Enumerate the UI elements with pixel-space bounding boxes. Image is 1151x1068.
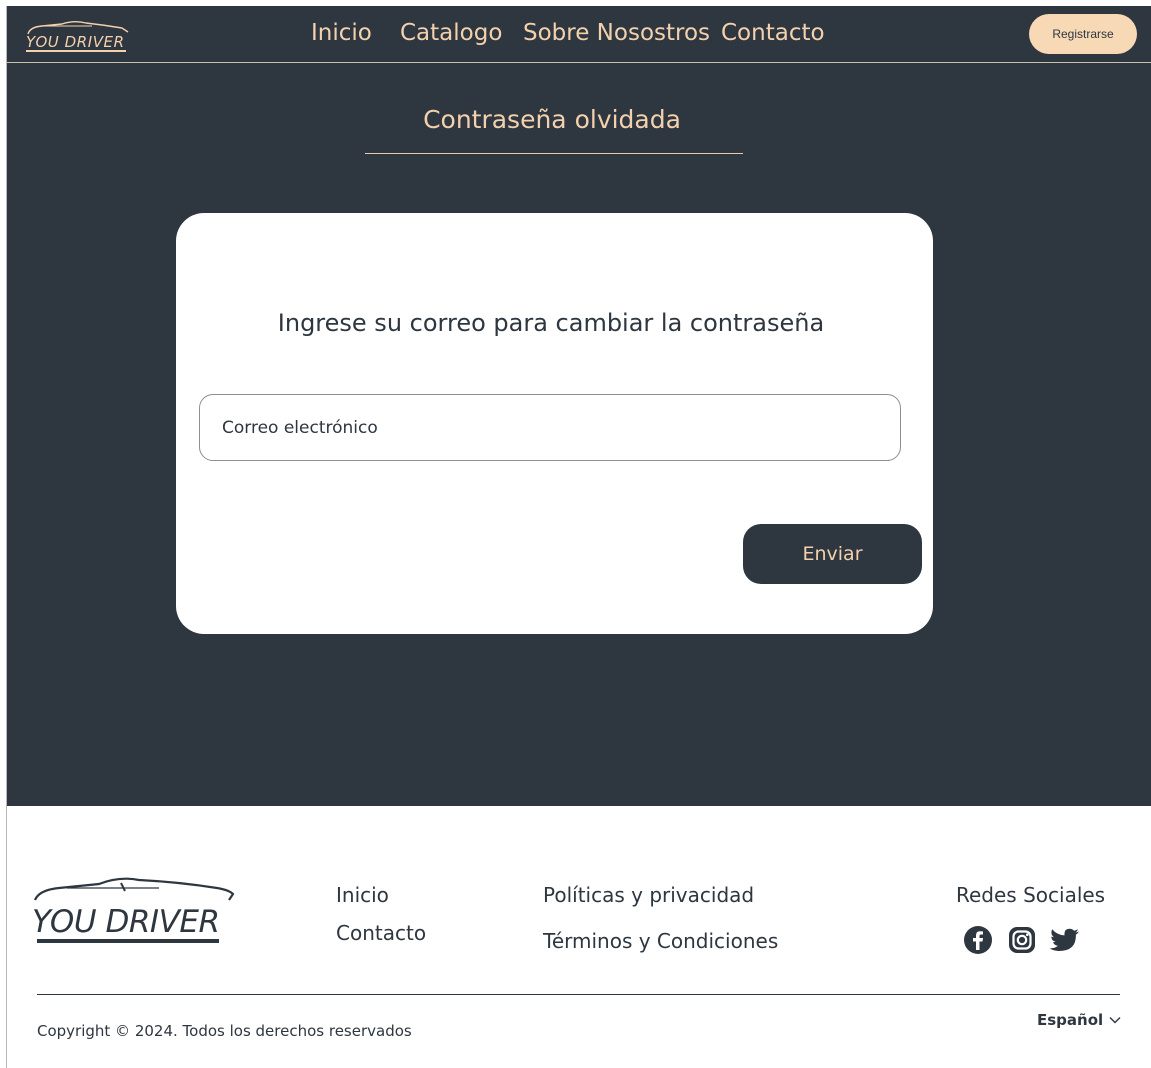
nav-link-contacto[interactable]: Contacto — [721, 20, 825, 46]
footer-link-privacy[interactable]: Políticas y privacidad — [543, 883, 754, 907]
language-selector[interactable]: Español — [1037, 1011, 1121, 1029]
svg-text:YOU DRIVER: YOU DRIVER — [32, 904, 220, 940]
social-title: Redes Sociales — [956, 883, 1106, 907]
instagram-icon[interactable] — [1006, 924, 1038, 956]
language-label: Español — [1037, 1011, 1104, 1029]
chevron-down-icon — [1109, 1017, 1121, 1024]
page-frame: YOU DRIVER Inicio Catalogo Sobre Nosostr… — [6, 6, 1151, 1068]
card-heading: Ingrese su correo para cambiar la contra… — [277, 309, 825, 337]
footer-link-terms[interactable]: Términos y Condiciones — [543, 929, 778, 953]
facebook-icon[interactable] — [962, 924, 994, 956]
title-underline — [365, 153, 743, 154]
email-field[interactable] — [199, 394, 901, 461]
nav-link-catalogo[interactable]: Catalogo — [400, 20, 502, 46]
footer-link-contacto[interactable]: Contacto — [336, 921, 426, 945]
footer-link-inicio[interactable]: Inicio — [336, 883, 389, 907]
twitter-icon[interactable] — [1049, 924, 1081, 956]
svg-text:YOU DRIVER: YOU DRIVER — [26, 33, 124, 51]
footer-divider — [37, 994, 1120, 995]
copyright-text: Copyright © 2024. Todos los derechos res… — [37, 1022, 412, 1040]
send-button[interactable]: Enviar — [743, 524, 922, 584]
brand-logo[interactable]: YOU DRIVER — [22, 14, 130, 54]
main-section: Contraseña olvidada Ingrese su correo pa… — [7, 63, 1151, 806]
nav-link-inicio[interactable]: Inicio — [311, 20, 372, 46]
footer-brand-logo: YOU DRIVER — [32, 877, 235, 943]
top-navbar: YOU DRIVER Inicio Catalogo Sobre Nosostr… — [7, 6, 1151, 63]
footer: YOU DRIVER Inicio Contacto Políticas y p… — [7, 806, 1151, 1068]
register-button[interactable]: Registrarse — [1029, 14, 1137, 54]
reset-password-card: Ingrese su correo para cambiar la contra… — [176, 213, 933, 634]
nav-link-sobre-nosotros[interactable]: Sobre Nosostros — [523, 20, 710, 46]
page-title: Contraseña olvidada — [423, 105, 681, 134]
